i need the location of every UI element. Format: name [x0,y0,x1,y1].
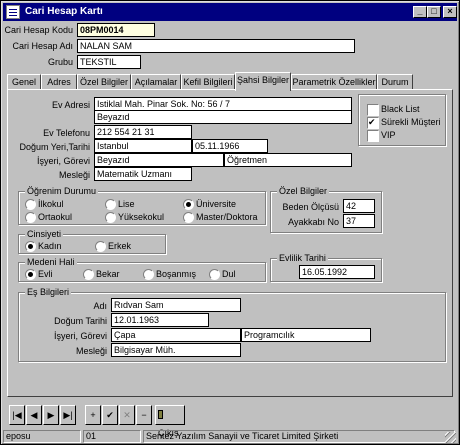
form-icon [6,5,20,19]
resize-grip[interactable] [445,432,456,443]
flags-group: Black List Sürekli Müşteri VIP [358,94,446,146]
ev-telefonu-field[interactable]: 212 554 21 31 [94,125,192,139]
ev-adresi-line2-field[interactable]: Beyazıd [94,110,352,124]
es-gorevi-field[interactable]: Programcılık [241,328,371,342]
insert-record-button[interactable]: + [85,405,101,425]
tab-sahsi-bilgiler[interactable]: Şahsi Bilgiler [235,72,291,91]
es-meslegi-field[interactable]: Bilgisayar Müh. [111,343,241,357]
isyeri-field[interactable]: Beyazıd [94,153,224,167]
medeni-hali-title: Medeni Hali [25,256,77,268]
medeni-option-evli[interactable]: Evli [25,268,53,280]
status-cell-3: Sentez Yazılım Sanayii ve Ticaret Limite… [143,430,455,443]
next-record-button[interactable]: ▶ [43,405,59,425]
status-cell-2: 01 [83,430,141,443]
evlilik-tarihi-group: Evlilik Tarihi 16.05.1992 [270,252,382,282]
tab-kefil-bilgileri[interactable]: Kefil Bilgileri [181,74,235,90]
cinsiyeti-title: Cinsiyeti [25,228,64,240]
dogum-tarihi-field[interactable]: 05.11.1966 [192,139,268,153]
es-isyeri-field[interactable]: Çapa [111,328,241,342]
es-meslegi-label: Mesleği [75,346,107,356]
exit-button[interactable]: Çıkış [155,405,185,438]
title-bar[interactable]: Cari Hesap Kartı _ □ × [3,3,457,21]
ogrenim-option-lise[interactable]: Lise [105,198,135,210]
record-navigator: |◀ ◀ ▶ ▶| + ✔ ✕ − Çıkış [7,403,453,438]
ogrenim-option-ilkokul[interactable]: İlkokul [25,198,64,210]
surekli-musteri-checkbox[interactable]: Sürekli Müşteri [367,116,441,129]
es-bilgileri-group: Eş Bilgileri Adı Rıdvan Sam Doğum Tarihi… [18,286,446,362]
ozel-bilgiler-title: Özel Bilgiler [277,185,330,197]
ayakkabi-no-label: Ayakkabı No [288,217,339,227]
ogrenim-durumu-group: Öğrenim Durumu İlkokul Lise Üniversite O… [18,185,266,225]
cari-hesap-window: Cari Hesap Kartı _ □ × Cari Hesap Kodu 0… [0,0,460,445]
ogrenim-option-yuksekokul[interactable]: Yüksekokul [105,211,164,223]
isyeri-gorevi-label: İşyeri, Görevi [36,156,90,166]
medeni-option-bekar[interactable]: Bekar [83,268,120,280]
ev-adresi-line1-field[interactable]: Istiklal Mah. Pinar Sok. No: 56 / 7 [94,97,352,111]
ev-adresi-label: Ev Adresi [51,100,90,110]
ayakkabi-no-field[interactable]: 37 [343,214,375,228]
ogrenim-option-universite[interactable]: Üniversite [183,198,236,210]
beden-olcusu-label: Beden Ölçüsü [282,202,339,212]
tab-ozel-bilgiler[interactable]: Özel Bilgiler [77,74,131,90]
dogum-yeri-field[interactable]: Istanbul [94,139,192,153]
es-isyeri-gorevi-label: İşyeri, Görevi [53,331,107,341]
tab-adres[interactable]: Adres [41,74,77,90]
evlilik-tarihi-field[interactable]: 16.05.1992 [299,265,375,279]
meslegi-label: Mesleği [58,170,90,180]
grubu-label: Grubu [47,57,73,67]
dogum-yeri-tarihi-label: Doğum Yeri,Tarihi [19,142,90,152]
status-cell-1: eposu [3,430,81,443]
ogrenim-option-master-doktora[interactable]: Master/Doktora [183,211,258,223]
black-list-checkbox[interactable]: Black List [367,103,420,116]
meslegi-field[interactable]: Matematik Uzmanı [94,167,192,181]
minimize-button[interactable]: _ [413,6,427,18]
status-bar: eposu 01 Sentez Yazılım Sanayii ve Ticar… [3,429,457,444]
medeni-hali-group: Medeni Hali Evli Bekar Boşanmış Dul [18,256,266,282]
last-record-button[interactable]: ▶| [60,405,76,425]
es-dogum-tarihi-label: Doğum Tarihi [54,316,107,326]
cari-hesap-kodu-label: Cari Hesap Kodu [4,25,73,35]
tab-durum[interactable]: Durum [377,74,413,90]
es-dogum-tarihi-field[interactable]: 12.01.1963 [111,313,209,327]
maximize-button[interactable]: □ [427,6,441,18]
window-title: Cari Hesap Kartı [25,6,103,17]
prior-record-button[interactable]: ◀ [26,405,42,425]
door-icon [158,410,163,419]
close-button[interactable]: × [443,6,457,18]
delete-record-button[interactable]: − [136,405,152,425]
cinsiyet-option-erkek[interactable]: Erkek [95,240,131,252]
es-adi-label: Adı [93,301,107,311]
gorevi-field[interactable]: Öğretmen [224,153,352,167]
tab-acilamalar[interactable]: Açılamalar [131,74,181,90]
ev-telefonu-label: Ev Telefonu [43,128,90,138]
cinsiyet-option-kadin[interactable]: Kadın [25,240,62,252]
ozel-bilgiler-group: Özel Bilgiler Beden Ölçüsü 42 Ayakkabı N… [270,185,382,233]
tab-genel[interactable]: Genel [7,74,41,90]
vip-checkbox[interactable]: VIP [367,129,396,142]
post-record-button[interactable]: ✔ [102,405,118,425]
ogrenim-durumu-title: Öğrenim Durumu [25,185,99,197]
medeni-option-bosanmis[interactable]: Boşanmış [143,268,196,280]
cari-hesap-kodu-field[interactable]: 08PM0014 [77,23,155,37]
cinsiyeti-group: Cinsiyeti Kadın Erkek [18,228,166,254]
grubu-field[interactable]: TEKSTIL [77,55,141,69]
es-adi-field[interactable]: Rıdvan Sam [111,298,241,312]
first-record-button[interactable]: |◀ [9,405,25,425]
cari-hesap-adi-label: Cari Hesap Adı [12,41,73,51]
sahsi-bilgiler-panel: Ev Adresi Istiklal Mah. Pinar Sok. No: 5… [7,89,453,397]
medeni-option-dul[interactable]: Dul [209,268,236,280]
beden-olcusu-field[interactable]: 42 [343,199,375,213]
es-bilgileri-title: Eş Bilgileri [25,286,72,298]
cari-hesap-adi-field[interactable]: NALAN SAM [77,39,355,53]
cancel-record-button[interactable]: ✕ [119,405,135,425]
evlilik-tarihi-title: Evlilik Tarihi [277,252,328,264]
tab-parametrik-ozellikler[interactable]: Parametrik Özellikler [291,74,377,90]
ogrenim-option-ortaokul[interactable]: Ortaokul [25,211,72,223]
